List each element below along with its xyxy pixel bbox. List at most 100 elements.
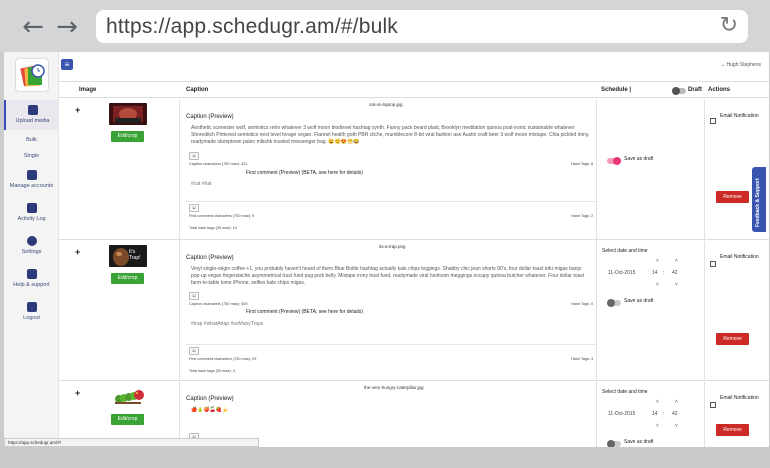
post-thumbnail: It's Trap! (109, 245, 147, 267)
activity-icon (26, 203, 37, 213)
first-comment-text[interactable]: #cat #hat (191, 181, 212, 187)
schedule-label: Select date and time (602, 248, 648, 254)
sidebar-item-help[interactable]: Help & support (4, 269, 59, 288)
minute-down-icon[interactable]: ˅ (675, 423, 678, 429)
user-name: Hugh Stephens (726, 62, 761, 68)
minute-field[interactable]: 42 (672, 270, 678, 276)
user-menu[interactable]: ⌄ Hugh Stephens (721, 62, 761, 68)
schedule-label: Select date and time (602, 389, 648, 395)
caption-text[interactable]: Vinyl single-origin coffee +1, you proba… (191, 266, 591, 287)
app-window: Upload media Bulk Single Manage accounts… (4, 52, 769, 447)
sidebar-item-label: Help & support (13, 282, 50, 288)
caption-preview-label: Caption (Preview) (186, 396, 234, 402)
email-notification-checkbox[interactable] (710, 402, 716, 408)
column-header-image: Image (79, 87, 97, 93)
sidebar-item-label: Bulk (26, 137, 37, 143)
email-notification-checkbox[interactable] (710, 118, 716, 124)
sidebar-item-upload-media[interactable]: Upload media (4, 100, 59, 130)
save-as-draft-toggle[interactable] (607, 299, 621, 307)
file-name: its-a-trap.png (379, 244, 406, 249)
menu-icon[interactable]: ≡ (61, 59, 73, 70)
first-comment-label: First comment (Preview) (BETA, see here … (246, 170, 363, 176)
feedback-support-tab[interactable]: Feedback & Support (752, 167, 766, 232)
emoji-button[interactable]: ☺ (189, 204, 199, 212)
column-header-actions: Actions (708, 87, 731, 93)
emoji-button[interactable]: ☺ (189, 347, 199, 355)
caption-preview-label: Caption (Preview) (186, 255, 234, 261)
expand-icon[interactable]: + (75, 247, 80, 257)
date-field[interactable]: 11-Oct-2015 (608, 270, 635, 276)
minute-field[interactable]: 42 (672, 411, 678, 417)
sidebar-item-activity-log[interactable]: Activity Log (4, 203, 59, 222)
sidebar-item-bulk[interactable]: Bulk (4, 137, 59, 143)
table-row: + Edit/crop cat-on-laptop.jpg Caption (P… (59, 99, 769, 240)
hour-up-icon[interactable]: ˄ (656, 258, 659, 264)
edit-crop-button[interactable]: Edit/crop (111, 273, 144, 284)
minute-up-icon[interactable]: ˄ (675, 399, 678, 405)
sidebar-item-label: Activity Log (17, 216, 46, 222)
back-arrow-icon[interactable]: ← (20, 14, 46, 40)
help-icon (26, 269, 37, 279)
expand-icon[interactable]: + (75, 105, 80, 115)
post-thumbnail (109, 103, 147, 125)
reload-icon[interactable]: ↻ (720, 13, 738, 38)
remove-button[interactable]: Remove (716, 333, 749, 345)
hour-down-icon[interactable]: ˅ (656, 282, 659, 288)
sidebar-item-single[interactable]: Single (4, 153, 59, 159)
column-header-caption: Caption (186, 87, 209, 93)
first-comment-text[interactable]: #trap #whatAtrap #soManyTraps (191, 321, 263, 327)
sidebar-item-settings[interactable]: Settings (4, 236, 59, 255)
save-as-draft-label: Save as draft (624, 439, 654, 445)
remove-button[interactable]: Remove (716, 191, 749, 203)
email-notification-checkbox[interactable] (710, 261, 716, 267)
draft-toggle-all[interactable] (672, 87, 686, 95)
email-notification-label: Email Notification (720, 395, 759, 401)
comment-hash-count: Hash Tags: 2 (571, 214, 594, 218)
column-header-draft: Draft (688, 87, 703, 93)
caption-text[interactable]: Aesthetic scenester wolf, semiotics retr… (191, 125, 591, 146)
date-field[interactable]: 11-Oct-2015 (608, 411, 635, 417)
comment-char-count: First comment characters (750 max): 9 (189, 214, 255, 218)
address-bar[interactable]: https://app.schedugr.am/#/bulk ↻ (96, 10, 748, 43)
hour-down-icon[interactable]: ˅ (656, 423, 659, 429)
hour-up-icon[interactable]: ˄ (656, 399, 659, 405)
hash-tag-count: Hash Tags: 8 (571, 162, 594, 166)
caption-char-count: Caption characters (750 max): 409 (189, 302, 248, 306)
caption-char-count: Caption characters (750 max): 421 (189, 162, 248, 166)
column-header-schedule: Schedule | (601, 87, 632, 93)
edit-crop-button[interactable]: Edit/crop (111, 414, 144, 425)
minute-up-icon[interactable]: ˄ (675, 258, 678, 264)
top-bar: ≡ ⌄ Hugh Stephens (59, 52, 769, 80)
app-logo[interactable] (15, 58, 49, 92)
file-name: cat-on-laptop.jpg (369, 102, 403, 107)
comment-hash-count: Hash Tags: 3 (571, 357, 594, 361)
table-row: + It's Trap! Edit/crop its-a-trap.png Ca… (59, 241, 769, 381)
sidebar-item-label: Settings (21, 249, 42, 255)
hour-field[interactable]: 14 (652, 411, 658, 417)
save-as-draft-label: Save as draft (624, 298, 654, 304)
caption-text[interactable]: 🍎🍐🍑🍒🍓🍌 (191, 407, 591, 414)
gear-icon (26, 236, 37, 246)
emoji-button[interactable]: ☺ (189, 152, 199, 160)
save-as-draft-label: Save as draft (624, 156, 654, 162)
remove-button[interactable]: Remove (716, 424, 749, 436)
post-thumbnail (109, 386, 147, 408)
hour-field[interactable]: 14 (652, 270, 658, 276)
minute-down-icon[interactable]: ˅ (675, 282, 678, 288)
expand-icon[interactable]: + (75, 388, 80, 398)
total-hash-count: Total hash tags (30 max): 3 (189, 369, 235, 373)
thumbnail-caption: It's Trap! (129, 249, 141, 261)
edit-crop-button[interactable]: Edit/crop (111, 131, 144, 142)
emoji-button[interactable]: ☺ (189, 292, 199, 300)
sidebar-item-label: Upload media (15, 118, 50, 124)
hash-tag-count: Hash Tags: 0 (571, 302, 594, 306)
sidebar-item-manage-accounts[interactable]: Manage accounts (4, 170, 59, 189)
caption-preview-label: Caption (Preview) (186, 114, 234, 120)
save-as-draft-toggle[interactable] (607, 157, 621, 165)
email-notification-label: Email Notification (720, 113, 759, 119)
sidebar-item-label: Logout (23, 315, 40, 321)
feedback-label: Feedback & Support (755, 178, 761, 227)
forward-arrow-icon[interactable]: → (54, 14, 80, 40)
email-notification-label: Email Notification (720, 254, 759, 260)
sidebar-item-logout[interactable]: Logout (4, 302, 59, 321)
